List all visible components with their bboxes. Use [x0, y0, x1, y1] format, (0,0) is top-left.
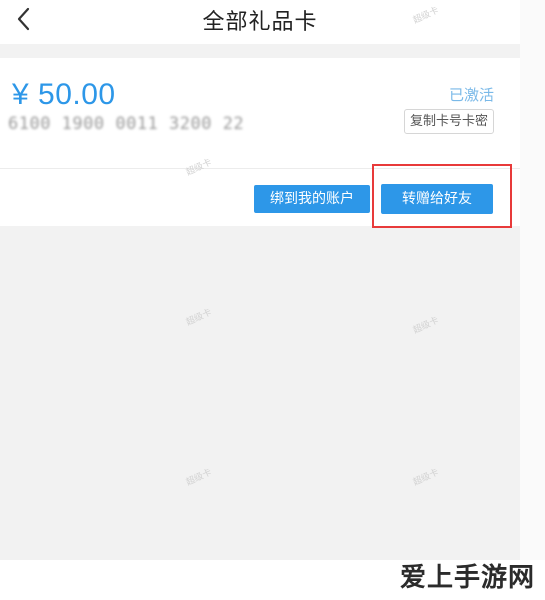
- card-number: 6100 1900 0011 3200 22: [8, 114, 245, 134]
- copy-card-code-button[interactable]: 复制卡号卡密: [403, 109, 494, 134]
- bind-to-account-button[interactable]: 绑到我的账户: [254, 185, 370, 213]
- faint-watermark: 超级卡: [411, 315, 441, 337]
- card-divider: [0, 168, 520, 169]
- gift-card: ¥ 50.00 6100 1900 0011 3200 22 已激活 复制卡号卡…: [0, 58, 520, 226]
- status-badge: 已激活: [448, 86, 494, 104]
- page-title: 全部礼品卡: [202, 10, 318, 35]
- faint-watermark: 超级卡: [411, 467, 441, 489]
- faint-watermark: 超级卡: [184, 307, 214, 329]
- faint-watermark: 超级卡: [184, 467, 214, 489]
- site-watermark: 爱上手游网: [399, 563, 535, 593]
- right-edge-strip: [520, 0, 545, 560]
- nav-header: 全部礼品卡: [0, 0, 520, 44]
- card-amount: ¥ 50.00: [12, 78, 116, 111]
- app-screen: 全部礼品卡 ¥ 50.00 6100 1900 0011 3200 22 已激活…: [0, 0, 520, 560]
- back-arrow-icon[interactable]: [14, 6, 34, 32]
- gift-to-friend-button[interactable]: 转赠给好友: [381, 184, 493, 214]
